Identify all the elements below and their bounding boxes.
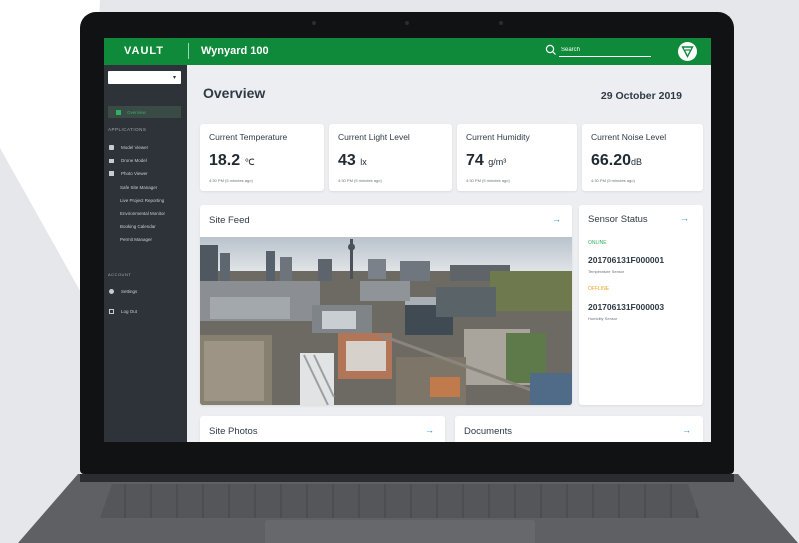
site-feed-title: Site Feed: [209, 215, 250, 226]
site-photos-title: Site Photos: [209, 426, 258, 437]
metric-title: Current Humidity: [466, 132, 530, 142]
arrow-right-icon[interactable]: →: [682, 425, 691, 435]
applications-heading: APPLICATIONS: [108, 127, 147, 132]
metric-timestamp: 4:30 PM (5 minutes ago): [338, 178, 382, 183]
sidebar-item-logout[interactable]: Log Out: [108, 307, 184, 316]
sidebar-item-label: Photo Viewer: [121, 171, 148, 176]
metric-value: 74 g/m³: [466, 152, 506, 170]
sidebar-item-safe-site-manager[interactable]: Safe Site Manager: [120, 183, 157, 192]
top-bar: VAULT Wynyard 100: [104, 38, 711, 65]
metric-number: 18.2: [209, 152, 241, 169]
metric-title: Current Temperature: [209, 132, 288, 142]
search-icon[interactable]: [545, 44, 557, 56]
sidebar-item-booking-calendar[interactable]: Booking Calendar: [120, 222, 156, 231]
main-content: Overview 29 October 2019 Current Tempera…: [187, 65, 711, 442]
metric-card-humidity[interactable]: Current Humidity 74 g/m³ 4:30 PM (5 minu…: [457, 124, 577, 191]
cube-icon: [109, 145, 114, 150]
sidebar-item-label: Drone Model: [121, 158, 147, 163]
sensor-id[interactable]: 201706131F000003: [588, 302, 664, 312]
metric-unit: g/m³: [488, 157, 507, 167]
image-icon: [109, 171, 114, 176]
sidebar-item-settings[interactable]: Settings: [108, 287, 184, 296]
sidebar-item-label: Model Viewer: [121, 145, 149, 150]
sidebar-item-permit-manager[interactable]: Permit Manager: [120, 235, 152, 244]
construction-site-photo: [200, 237, 572, 405]
arrow-right-icon[interactable]: →: [425, 425, 434, 435]
metric-title: Current Noise Level: [591, 132, 667, 142]
sidebar-item-environmental-monitor[interactable]: Environmental Monitor: [120, 209, 165, 218]
metric-value: 43 lx: [338, 152, 367, 170]
metric-timestamp: 4:30 PM (5 minutes ago): [591, 178, 635, 183]
metric-number: 43: [338, 152, 356, 169]
app-logo[interactable]: VAULT: [124, 45, 164, 57]
sensor-status-label: OFFLINE: [588, 286, 610, 292]
sensor-status-card: Sensor Status → ONLINE 201706131F000001 …: [579, 205, 703, 405]
camera-dot: [312, 21, 316, 25]
camera-dot: [405, 21, 409, 25]
sidebar-item-label: Log Out: [121, 309, 138, 314]
metric-timestamp: 4:30 PM (5 minutes ago): [466, 178, 510, 183]
metric-card-noise-level[interactable]: Current Noise Level 66.20dB 4:30 PM (5 m…: [582, 124, 703, 191]
metric-timestamp: 4:30 PM (5 minutes ago): [209, 178, 253, 183]
sidebar-item-label: Overview: [127, 109, 146, 115]
project-name: Wynyard 100: [201, 45, 269, 57]
arrow-right-icon[interactable]: →: [680, 213, 689, 223]
chevron-down-icon: ▾: [172, 75, 176, 81]
sidebar-item-model-viewer[interactable]: Model Viewer: [108, 143, 184, 152]
metric-unit: lx: [360, 157, 367, 167]
search-input[interactable]: [559, 44, 651, 57]
sidebar-item-drone-model[interactable]: Drone Model: [108, 156, 184, 165]
page-date: 29 October 2019: [600, 90, 682, 102]
laptop-screen: VAULT Wynyard 100 ▾ Overview APPLICATION…: [104, 38, 711, 442]
metric-value: 66.20dB: [591, 152, 642, 170]
brand-mark-icon: [681, 46, 694, 58]
laptop-hinge: [80, 474, 734, 482]
sensor-status-label: ONLINE: [588, 240, 607, 246]
sidebar-item-overview[interactable]: Overview: [108, 106, 181, 118]
sensor-type: Humidity Sensor: [588, 316, 618, 321]
site-feed-card: Site Feed →: [200, 205, 572, 405]
laptop-keyboard: [100, 484, 700, 518]
brand-badge[interactable]: [678, 42, 697, 61]
site-photos-card: Site Photos →: [200, 416, 445, 442]
metric-card-temperature[interactable]: Current Temperature 18.2 ℃ 4:30 PM (5 mi…: [200, 124, 324, 191]
metric-title: Current Light Level: [338, 132, 410, 142]
metric-value: 18.2 ℃: [209, 152, 255, 170]
metric-number: 74: [466, 152, 484, 169]
documents-card: Documents →: [455, 416, 703, 442]
account-heading: ACCOUNT: [108, 272, 132, 277]
sidebar-item-label: Settings: [121, 289, 138, 294]
site-feed-image[interactable]: [200, 237, 572, 405]
metric-unit: dB: [631, 157, 643, 167]
sidebar-item-photo-viewer[interactable]: Photo Viewer: [108, 169, 184, 178]
video-icon: [109, 158, 114, 163]
logout-icon: [109, 309, 114, 314]
sensor-id[interactable]: 201706131F000001: [588, 255, 664, 265]
sensor-type: Temperature Sensor: [588, 269, 625, 274]
documents-title: Documents: [464, 426, 513, 437]
laptop-trackpad: [265, 520, 535, 543]
sensor-status-title: Sensor Status: [588, 214, 648, 225]
gear-icon: [109, 289, 114, 294]
arrow-right-icon[interactable]: →: [552, 214, 561, 224]
metric-unit: ℃: [244, 157, 255, 167]
sidebar: ▾ Overview APPLICATIONS Model Viewer Dro…: [104, 65, 187, 442]
page-title: Overview: [203, 85, 266, 101]
sidebar-item-live-project-reporting[interactable]: Live Project Reporting: [120, 196, 164, 205]
site-select[interactable]: ▾: [108, 71, 181, 84]
metric-card-light-level[interactable]: Current Light Level 43 lx 4:30 PM (5 min…: [329, 124, 452, 191]
metric-number: 66.20: [591, 152, 632, 169]
topbar-divider: [188, 43, 189, 59]
camera-dot: [499, 21, 503, 25]
dashboard-icon: [116, 109, 121, 115]
